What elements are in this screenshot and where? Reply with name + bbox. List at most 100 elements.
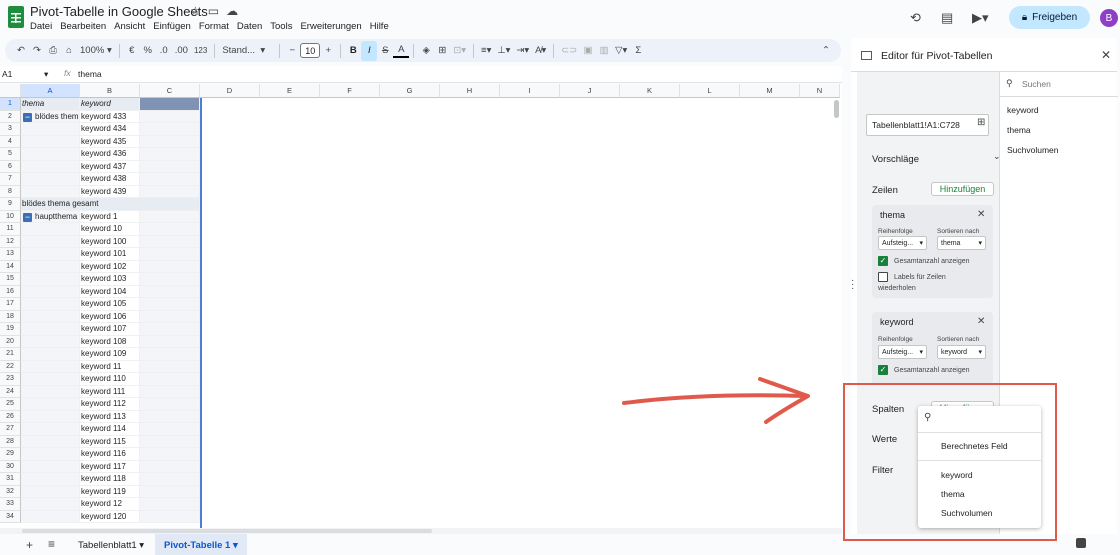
pivot-value-cell[interactable] (140, 235, 200, 248)
pivot-keyword-cell[interactable]: keyword 119 (80, 485, 140, 498)
column-header[interactable]: M (740, 84, 800, 98)
row-header[interactable]: 2 (0, 110, 21, 123)
pivot-empty-cell[interactable] (21, 510, 80, 523)
pivot-empty-cell[interactable] (21, 485, 80, 498)
pivot-keyword-cell[interactable]: keyword 104 (80, 285, 140, 298)
redo-icon[interactable]: ↷ (29, 41, 45, 61)
pivot-value-cell[interactable] (140, 398, 200, 411)
pivot-keyword-cell[interactable]: keyword 102 (80, 260, 140, 273)
drag-handle-icon[interactable]: · · · (851, 276, 854, 294)
fields-search-input[interactable]: Suchen (1022, 79, 1051, 89)
column-header[interactable]: D (200, 84, 260, 98)
number-format-button[interactable]: 123 (191, 41, 210, 61)
pivot-empty-cell[interactable] (21, 248, 80, 261)
row-header[interactable]: 31 (0, 473, 21, 486)
pivot-keyword-cell[interactable]: keyword 101 (80, 248, 140, 261)
pivot-value-cell[interactable] (140, 260, 200, 273)
pivot-empty-cell[interactable] (21, 335, 80, 348)
row-header[interactable]: 16 (0, 285, 21, 298)
avatar[interactable]: B (1100, 9, 1118, 27)
pivot-empty-cell[interactable] (21, 498, 80, 511)
pivot-value-cell[interactable] (140, 510, 200, 523)
remove-field-icon[interactable]: ✕ (977, 316, 985, 327)
pivot-empty-cell[interactable] (21, 185, 80, 198)
pivot-keyword-cell[interactable]: keyword 108 (80, 335, 140, 348)
column-header[interactable]: H (440, 84, 500, 98)
order-select[interactable]: Aufsteig... (878, 345, 927, 359)
vertical-scrollbar[interactable] (834, 100, 839, 118)
pivot-empty-cell[interactable] (21, 273, 80, 286)
zoom-select[interactable]: 100% ▾ (77, 41, 115, 61)
pivot-keyword-cell[interactable]: keyword 436 (80, 148, 140, 161)
collapse-group-icon[interactable]: − (23, 112, 32, 122)
row-header[interactable]: 25 (0, 398, 21, 411)
pivot-value-cell[interactable] (140, 185, 200, 198)
horizontal-align-icon[interactable]: ≡▾ (478, 41, 494, 61)
pivot-value-cell[interactable] (140, 348, 200, 361)
pivot-empty-cell[interactable] (21, 298, 80, 311)
pivot-empty-cell[interactable] (21, 473, 80, 486)
pivot-keyword-cell[interactable]: keyword 433 (80, 110, 140, 123)
row-header[interactable]: 32 (0, 485, 21, 498)
star-icon[interactable]: ☆ (190, 4, 201, 18)
column-header[interactable]: J (560, 84, 620, 98)
pivot-keyword-cell[interactable]: keyword 120 (80, 510, 140, 523)
pivot-value-cell[interactable] (140, 460, 200, 473)
pivot-empty-cell[interactable] (21, 260, 80, 273)
column-header[interactable]: B (80, 84, 140, 98)
pivot-value-cell[interactable] (140, 373, 200, 386)
show-totals-checkbox[interactable]: ✓ (878, 256, 888, 266)
comment-icon[interactable]: ▣ (580, 41, 596, 61)
menu-file[interactable]: Datei (30, 21, 52, 32)
row-header[interactable]: 9 (0, 198, 21, 211)
menu-format[interactable]: Format (199, 21, 229, 32)
pivot-empty-cell[interactable] (21, 323, 80, 336)
document-title[interactable]: Pivot-Tabelle in Google Sheets (30, 4, 208, 19)
pivot-empty-cell[interactable] (21, 398, 80, 411)
pivot-value-cell[interactable] (140, 423, 200, 436)
pivot-keyword-cell[interactable]: keyword 100 (80, 235, 140, 248)
column-header[interactable]: N (800, 84, 840, 98)
row-header[interactable]: 28 (0, 435, 21, 448)
column-header[interactable]: L (680, 84, 740, 98)
text-color-icon[interactable]: A (393, 44, 410, 58)
column-header[interactable]: I (500, 84, 560, 98)
tab-pivot-table-1[interactable]: Pivot-Tabelle 1 ▾ (155, 534, 247, 555)
pivot-value-cell[interactable] (140, 173, 200, 186)
pivot-keyword-cell[interactable]: keyword 113 (80, 410, 140, 423)
font-size-decrease-button[interactable]: − (284, 41, 300, 61)
sort-by-select[interactable]: thema (937, 236, 986, 250)
row-header[interactable]: 19 (0, 323, 21, 336)
print-icon[interactable]: ⎙ (45, 41, 61, 61)
column-header[interactable]: C (140, 84, 200, 98)
column-header[interactable]: G (380, 84, 440, 98)
tab-sheet1[interactable]: Tabellenblatt1 ▾ (78, 540, 144, 551)
pivot-empty-cell[interactable] (21, 423, 80, 436)
row-header[interactable]: 13 (0, 248, 21, 261)
select-range-icon[interactable]: ⊞ (977, 117, 985, 128)
pivot-empty-cell[interactable] (21, 123, 80, 136)
share-button[interactable]: 🔒︎ Freigeben (1009, 6, 1090, 29)
pivot-value-cell[interactable] (140, 385, 200, 398)
pivot-keyword-cell[interactable]: keyword 109 (80, 348, 140, 361)
suggestions-label[interactable]: Vorschläge (872, 154, 919, 165)
pivot-value-cell[interactable] (140, 148, 200, 161)
pivot-value-cell[interactable] (140, 310, 200, 323)
order-select[interactable]: Aufsteig... (878, 236, 927, 250)
explore-icon[interactable] (1076, 538, 1086, 548)
pivot-empty-cell[interactable] (21, 385, 80, 398)
pivot-value-cell[interactable] (140, 360, 200, 373)
pivot-empty-cell[interactable] (21, 373, 80, 386)
pivot-empty-cell[interactable] (21, 160, 80, 173)
pivot-group-cell[interactable]: − hauptthema (21, 210, 80, 223)
font-size-increase-button[interactable]: + (320, 41, 336, 61)
pivot-keyword-cell[interactable]: keyword 112 (80, 398, 140, 411)
name-box[interactable]: A1 ▾ (2, 69, 50, 79)
bold-button[interactable]: B (345, 41, 361, 61)
row-header[interactable]: 30 (0, 460, 21, 473)
pivot-value-cell[interactable] (140, 248, 200, 261)
pivot-value-cell[interactable] (140, 485, 200, 498)
row-header[interactable]: 3 (0, 123, 21, 136)
pivot-value-cell[interactable] (140, 223, 200, 236)
repeat-labels-checkbox[interactable] (878, 272, 888, 282)
